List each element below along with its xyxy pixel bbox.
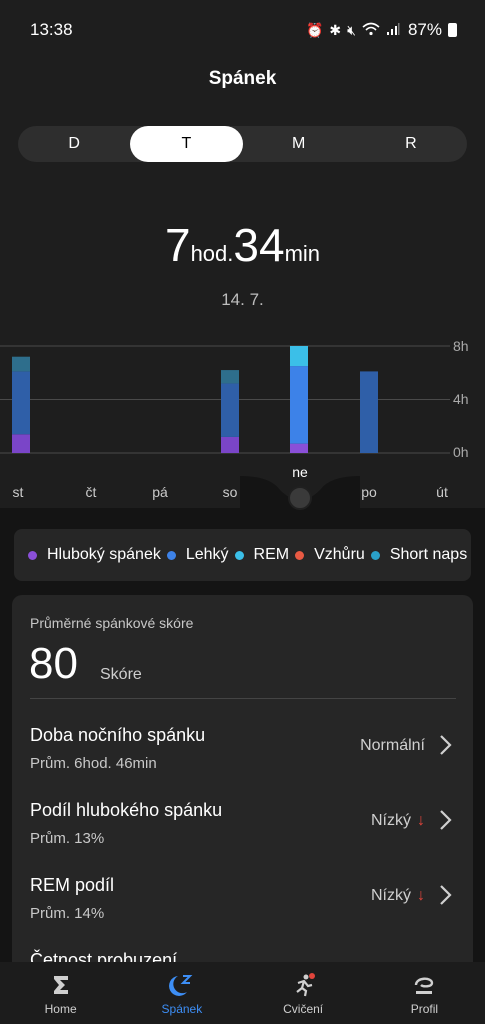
metric-average: Prům. 13% — [30, 830, 105, 847]
metric-row-rem[interactable]: REM podíl Prům. 14% Nízký ↓ — [12, 875, 473, 945]
bottom-nav: Home Spánek Cvičení Profil — [0, 962, 485, 1024]
nav-label: Cvičení — [283, 1002, 324, 1016]
y-tick-label: 4h — [453, 391, 469, 407]
legend-label: Vzhůru — [314, 546, 365, 563]
bar-segment-deep — [12, 434, 30, 453]
y-tick-label: 0h — [453, 444, 469, 460]
score-unit: Skóre — [100, 666, 142, 683]
legend-dot — [370, 550, 380, 560]
metric-status: Normální — [360, 737, 425, 755]
bar-segment-light — [290, 366, 308, 444]
sleep-duration: 7hod.34min — [0, 218, 485, 272]
nav-label: Profil — [410, 1002, 439, 1016]
tab-week[interactable]: T — [130, 126, 243, 162]
arrow-down-icon: ↓ — [417, 812, 425, 829]
legend-item-light: Lehký — [166, 546, 229, 564]
bar-segment-rem — [221, 370, 239, 384]
day-selector-handle[interactable] — [288, 486, 312, 510]
nav-label: Home — [44, 1002, 77, 1016]
wifi-icon — [362, 22, 380, 39]
arrow-down-icon: ↓ — [417, 887, 425, 904]
chart-legend: Hluboký spánek Lehký REM Vzhůru Short na… — [14, 529, 471, 581]
metric-title: REM podíl — [30, 875, 115, 895]
runner-icon — [296, 973, 316, 997]
metric-status: Nízký ↓ — [371, 812, 425, 830]
metric-status-text: Normální — [360, 737, 425, 754]
battery-icon — [448, 23, 457, 37]
duration-hours: 7 — [164, 219, 191, 271]
nav-profile[interactable]: Profil — [364, 962, 485, 1024]
bar-segment-deep — [290, 443, 308, 453]
bar-segment-light — [360, 371, 378, 453]
status-time: 13:38 — [30, 20, 73, 39]
nav-sleep[interactable]: Spánek — [121, 962, 242, 1024]
signal-icon — [386, 22, 400, 39]
metric-title: Doba nočního spánku — [30, 725, 206, 745]
legend-item-rem: REM — [234, 546, 290, 564]
nav-home[interactable]: Home — [0, 962, 121, 1024]
nav-label: Spánek — [161, 1002, 203, 1016]
bluetooth-icon: ✱ — [329, 21, 342, 38]
tab-month[interactable]: M — [243, 126, 355, 162]
y-tick-label: 8h — [453, 338, 469, 354]
legend-item-naps: Short naps — [370, 546, 468, 564]
nav-exercise[interactable]: Cvičení — [243, 962, 364, 1024]
legend-dot — [28, 550, 37, 560]
score-value: 80 — [29, 639, 78, 688]
metric-row-night-sleep[interactable]: Doba nočního spánku Prům. 6hod. 46min No… — [12, 725, 473, 795]
selected-date: 14. 7. — [221, 290, 264, 309]
tab-day[interactable]: D — [18, 126, 130, 162]
score-caption: Průměrné spánkové skóre — [30, 615, 194, 631]
bar-segment-light — [221, 383, 239, 437]
sigma-icon — [53, 976, 68, 994]
divider — [30, 698, 456, 699]
x-tick-label[interactable]: út — [422, 484, 462, 500]
legend-label: Hluboký spánek — [47, 546, 161, 563]
x-tick-label[interactable]: pá — [140, 484, 180, 500]
mute-icon: 🔇︎ — [347, 21, 356, 38]
legend-dot — [166, 550, 176, 560]
moon-icon — [168, 975, 193, 996]
tab-year[interactable]: R — [355, 126, 467, 162]
status-icons: ⏰ ✱ 🔇︎ 87% — [306, 20, 457, 40]
x-tick-label[interactable]: čt — [71, 484, 111, 500]
duration-hours-unit: hod. — [190, 241, 234, 266]
metric-status-text: Nízký — [371, 812, 411, 829]
status-bar: 13:38 ⏰ ✱ 🔇︎ 87% — [0, 0, 485, 60]
battery-percent: 87% — [407, 20, 442, 39]
bar-segment-rem — [290, 346, 308, 367]
bar-segment-rem — [12, 356, 30, 372]
duration-minutes-unit: min — [284, 241, 321, 266]
chevron-right-icon — [440, 810, 452, 830]
legend-item-deep: Hluboký spánek — [28, 546, 161, 564]
metric-title: Podíl hlubokého spánku — [30, 800, 223, 820]
x-tick-label[interactable]: st — [0, 484, 38, 500]
legend-label: Short naps — [389, 546, 468, 563]
metric-status: Nízký ↓ — [371, 887, 425, 905]
chevron-right-icon — [440, 735, 452, 755]
legend-dot — [234, 550, 244, 560]
alarm-icon: ⏰ — [305, 21, 324, 38]
chevron-right-icon — [440, 885, 452, 905]
legend-label: Lehký — [185, 546, 229, 563]
legend-item-awake: Vzhůru — [295, 546, 365, 564]
legend-label: REM — [253, 546, 290, 563]
legend-dot — [295, 550, 305, 560]
metric-average: Prům. 6hod. 46min — [30, 755, 157, 772]
metric-status-text: Nízký — [371, 887, 411, 904]
duration-minutes: 34 — [233, 219, 285, 271]
bar-segment-deep — [221, 436, 239, 453]
sleep-score-card: Průměrné spánkové skóre 80 Skóre Doba no… — [12, 595, 473, 975]
metric-row-deep-sleep[interactable]: Podíl hlubokého spánku Prům. 13% Nízký ↓ — [12, 800, 473, 870]
bar-segment-light — [12, 371, 30, 435]
period-selector: D T M R — [18, 126, 467, 162]
metric-average: Prům. 14% — [30, 905, 105, 922]
profile-icon — [415, 977, 434, 994]
page-title: Spánek — [208, 68, 277, 89]
